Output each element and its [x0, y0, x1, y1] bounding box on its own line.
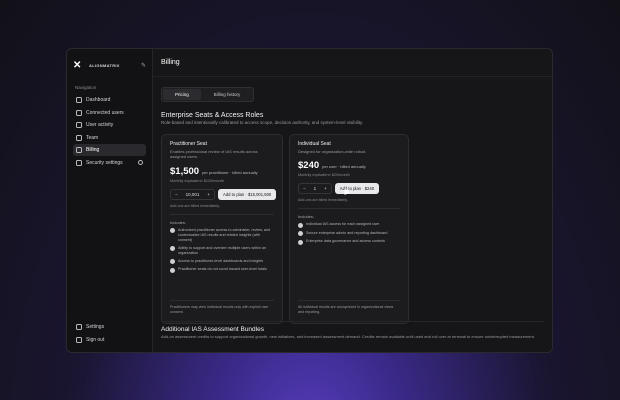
quantity-value[interactable]: 10,001: [182, 192, 204, 197]
assessment-bundles-section: Additional IAS Assessment Bundles Add-on…: [161, 321, 544, 339]
shield-icon: [76, 159, 82, 166]
sidebar-item-billing[interactable]: Billing: [73, 144, 146, 156]
check-icon: [298, 231, 303, 237]
check-icon: [298, 222, 303, 228]
bundles-description: Add-on assessment credits to support org…: [161, 334, 535, 339]
billing-hint: Add-ons are billed immediately.: [170, 203, 220, 208]
tab-pricing[interactable]: Pricing: [163, 89, 201, 100]
sidebar-item-team[interactable]: Team: [73, 132, 146, 144]
sidebar-item-label: Connected users: [86, 109, 124, 116]
feature-item: Practitioner seats do not count toward u…: [170, 267, 274, 273]
sidebar-item-settings[interactable]: Settings: [73, 321, 146, 333]
check-icon: [170, 267, 175, 273]
price: $1,500: [170, 165, 200, 177]
bundles-title: Additional IAS Assessment Bundles: [161, 326, 264, 333]
tab-billing-history[interactable]: Billing history: [202, 89, 253, 100]
quantity-value[interactable]: 1: [310, 186, 321, 191]
monthly-equivalent: Monthly equivalent: $125/month: [170, 178, 224, 183]
check-icon: [170, 228, 175, 234]
price-row: $1,500 per practitioner · billed annuall…: [170, 166, 274, 177]
billing-hint: Add-ons are billed immediately.: [298, 198, 348, 203]
settings-gear-icon: [138, 160, 143, 165]
card-description: Enables professional review of IAS resul…: [170, 149, 258, 160]
sidebar-item-label: Sign out: [86, 336, 105, 343]
sidebar-item-label: Security settings: [86, 159, 123, 166]
practitioner-seat-card: Practitioner Seat Enables professional r…: [161, 134, 283, 324]
app-window: ✕ ALIGNMATRIX ✎ Navigation Dashboard Con…: [66, 48, 553, 353]
minus-icon[interactable]: −: [171, 192, 182, 197]
card-description: Designed for organization-wide rollout.: [298, 149, 367, 154]
sidebar-bottom: Settings Sign out: [73, 321, 146, 346]
check-icon: [170, 259, 175, 265]
edit-icon[interactable]: ✎: [141, 62, 146, 69]
includes-label: Includes:: [170, 219, 187, 225]
sidebar-item-label: User activity: [86, 122, 114, 128]
team-icon: [76, 134, 82, 141]
section-subtitle: Role-based and intentionally calibrated …: [161, 120, 364, 125]
price-row: $240 per user · billed annually: [298, 160, 400, 171]
plus-icon[interactable]: +: [320, 186, 331, 191]
sidebar-item-label: Dashboard: [86, 97, 111, 103]
sidebar-item-connected-users[interactable]: Connected users: [73, 107, 146, 119]
section-title: Enterprise Seats & Access Roles: [161, 112, 264, 119]
dashboard-icon: [76, 97, 82, 103]
sidebar-item-label: Settings: [86, 324, 105, 330]
feature-item: Authorized practitioner access to admini…: [170, 228, 274, 243]
sidebar-item-security-settings[interactable]: Security settings: [73, 157, 146, 169]
monthly-equivalent: Monthly equivalent: $20/month: [298, 173, 350, 178]
card-footer-note: Practitioners may view individual result…: [170, 300, 274, 315]
card-title: Individual Seat: [298, 141, 331, 147]
divider: [298, 208, 400, 210]
brand-logo-icon: ✕: [73, 59, 82, 71]
minus-icon[interactable]: −: [299, 186, 310, 191]
sidebar-item-sign-out[interactable]: Sign out: [73, 334, 146, 346]
feature-item: Individual IAS access for each assigned …: [298, 222, 400, 228]
divider: [170, 213, 274, 215]
activity-icon: [76, 122, 82, 128]
add-to-plan-button[interactable]: Add to plan · $15,001,500: [218, 188, 277, 200]
brand-name: ALIGNMATRIX: [89, 62, 120, 68]
quantity-stepper[interactable]: − 1 +: [298, 183, 332, 195]
main-content: Billing Pricing Billing history Enterpri…: [153, 49, 552, 352]
gear-icon: [76, 324, 82, 330]
tab-bar: Pricing Billing history: [161, 87, 255, 102]
brand: ✕ ALIGNMATRIX ✎: [73, 57, 146, 73]
card-footer-note: All individual results are anonymized in…: [298, 300, 400, 315]
nav-title: Navigation: [75, 85, 97, 90]
seat-cards: Practitioner Seat Enables professional r…: [161, 134, 552, 324]
price-note: per user · billed annually: [322, 164, 366, 170]
page-title: Billing: [153, 49, 552, 77]
feature-item: Access to practitioner-level dashboards …: [170, 259, 274, 265]
sidebar-item-dashboard[interactable]: Dashboard: [73, 94, 146, 106]
sidebar-item-label: Billing: [86, 147, 100, 153]
feature-item: Ability to support and oversee multiple …: [170, 246, 274, 256]
price: $240: [298, 160, 320, 172]
quantity-stepper[interactable]: − 10,001 +: [170, 188, 216, 200]
sidebar: ✕ ALIGNMATRIX ✎ Navigation Dashboard Con…: [67, 49, 153, 352]
check-icon: [298, 239, 303, 245]
sidebar-item-user-activity[interactable]: User activity: [73, 119, 146, 131]
users-icon: [76, 109, 82, 116]
sign-out-icon: [76, 336, 82, 343]
billing-icon: [76, 147, 82, 153]
feature-item: Enterprise data governance and access co…: [298, 239, 400, 245]
sidebar-item-label: Team: [86, 134, 99, 141]
plus-icon[interactable]: +: [203, 192, 214, 197]
check-icon: [170, 246, 175, 252]
purchase-controls: − 10,001 + Add to plan · $15,001,500: [170, 188, 277, 200]
individual-seat-card: Individual Seat Designed for organizatio…: [289, 134, 409, 324]
card-title: Practitioner Seat: [170, 141, 207, 147]
price-note: per practitioner · billed annually: [202, 169, 258, 175]
feature-item: Secure enterprise admin and reporting da…: [298, 231, 400, 237]
includes-label: Includes:: [298, 214, 315, 220]
